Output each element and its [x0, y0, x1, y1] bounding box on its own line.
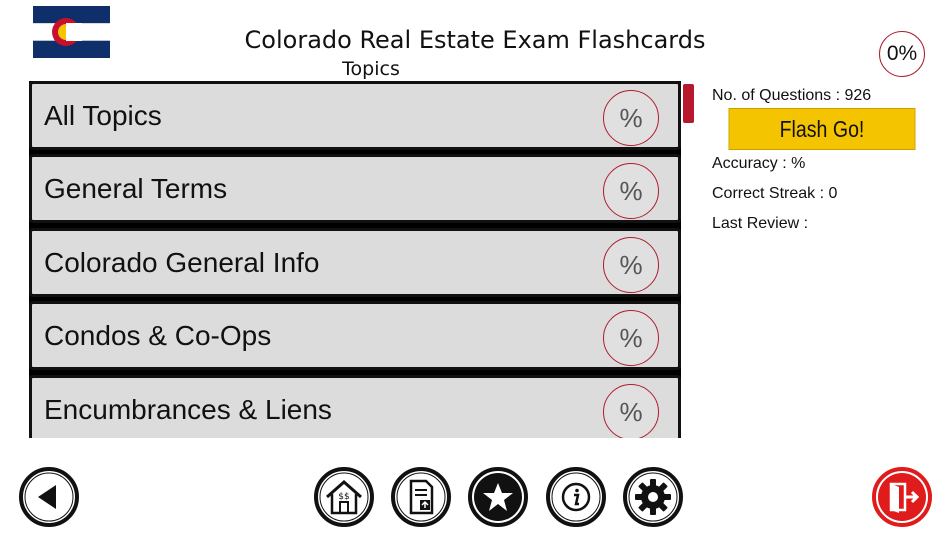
topic-label: Encumbrances & Liens [44, 393, 332, 425]
topic-row-encumbrances-liens[interactable]: Encumbrances & Liens % [29, 375, 681, 438]
settings-button[interactable] [622, 466, 684, 528]
topic-label: General Terms [44, 172, 228, 204]
topic-percent-badge: % [603, 384, 659, 438]
info-button[interactable] [545, 466, 607, 528]
back-button[interactable] [18, 466, 80, 528]
topic-row-general-terms[interactable]: General Terms % [29, 154, 681, 223]
topic-percent-badge: % [603, 310, 659, 366]
home-dollar-text: $$ [338, 492, 349, 502]
accuracy-text: Accuracy : % [712, 155, 806, 172]
topic-label: All Topics [44, 99, 162, 131]
topic-row-condos-co-ops[interactable]: Condos & Co-Ops % [29, 301, 681, 370]
topic-percent-badge: % [603, 163, 659, 219]
gear-icon [623, 467, 683, 527]
overall-progress-badge: 0% [879, 31, 925, 77]
info-icon [546, 467, 606, 527]
topic-row-colorado-general-info[interactable]: Colorado General Info % [29, 228, 681, 297]
report-button[interactable] [390, 466, 452, 528]
home-icon: $$ [314, 467, 374, 527]
page-title: Colorado Real Estate Exam Flashcards [244, 26, 706, 54]
topic-percent-badge: % [603, 237, 659, 293]
last-review-text: Last Review : [712, 215, 809, 232]
correct-streak-text: Correct Streak : 0 [712, 185, 838, 202]
favorites-button[interactable] [467, 466, 529, 528]
question-count: No. of Questions : 926 [712, 87, 872, 104]
list-scrollbar-thumb[interactable] [683, 84, 694, 123]
home-button[interactable]: $$ [313, 466, 375, 528]
exit-button[interactable] [871, 466, 933, 528]
topic-label: Colorado General Info [44, 246, 320, 278]
exit-door-icon [872, 467, 932, 527]
flash-go-button[interactable]: Flash Go! [728, 108, 916, 150]
back-arrow-icon [19, 467, 79, 527]
topic-label: Condos & Co-Ops [44, 319, 272, 351]
topic-list[interactable]: All Topics % General Terms % Colorado Ge… [29, 81, 681, 438]
topic-percent-badge: % [603, 90, 659, 146]
star-icon [468, 467, 528, 527]
document-upload-icon [391, 467, 451, 527]
topic-row-all-topics[interactable]: All Topics % [29, 81, 681, 150]
page-subtitle: Topics [342, 58, 400, 80]
